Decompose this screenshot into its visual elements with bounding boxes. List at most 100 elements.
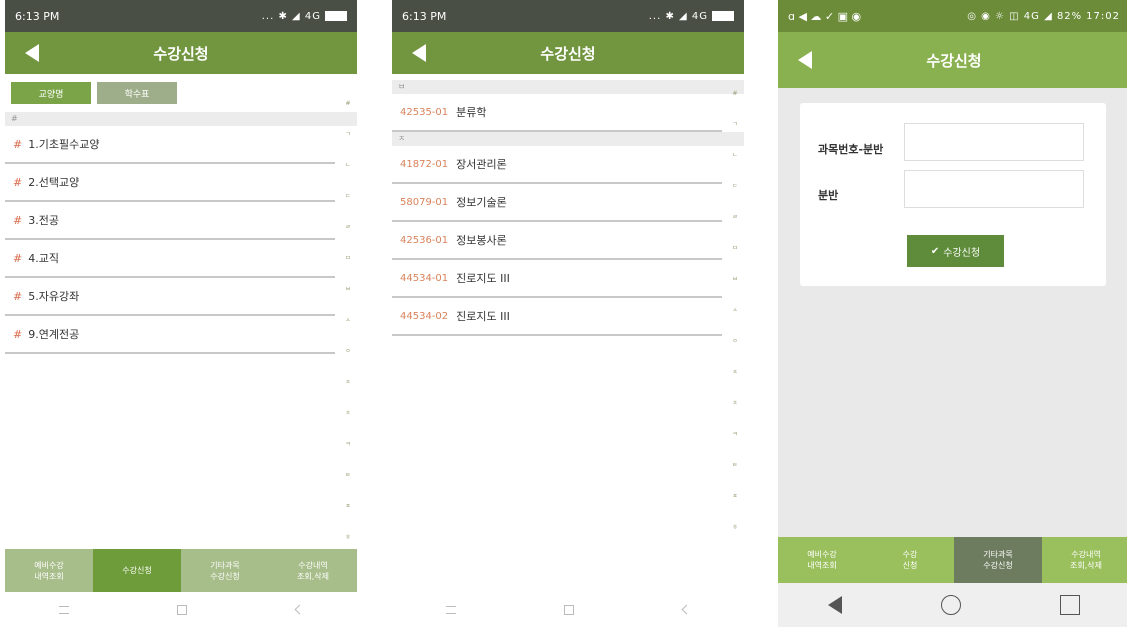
screen-course-list: 6:13 PM ... ✱ ◢ 4G 수강신청 ㅂ 42535-01 분류학 ㅈ … (392, 0, 744, 627)
course-code: 58079-01 (400, 196, 449, 208)
index-letter[interactable]: ㅅ (345, 315, 351, 324)
hash-icon: # (13, 175, 23, 189)
status-bar: 6:13 PM ... ✱ ◢ 4G (392, 0, 744, 32)
tab-course-number[interactable]: 학수표 (97, 82, 177, 104)
back-nav-icon[interactable] (827, 596, 842, 614)
section-header: # (5, 112, 357, 126)
list-item[interactable]: #9.연계전공 (5, 316, 335, 354)
index-letter[interactable]: ㄱ (732, 119, 738, 128)
index-letter[interactable]: ㅇ (732, 336, 738, 345)
page-title: 수강신청 (153, 44, 209, 63)
index-letter[interactable]: ㅍ (345, 501, 351, 510)
system-nav-bar (392, 592, 744, 627)
list-item-label: 1.기초필수교양 (28, 138, 100, 151)
index-letter[interactable]: ㄱ (345, 129, 351, 138)
menu-icon[interactable] (59, 605, 70, 614)
list-item[interactable]: #4.교직 (5, 240, 335, 278)
course-row[interactable]: 44534-01 진로지도 III (392, 260, 722, 298)
nav-registration[interactable]: 수강 신청 (866, 537, 954, 583)
status-time: 6:13 PM (402, 9, 447, 23)
course-row[interactable]: 58079-01 정보기술론 (392, 184, 722, 222)
signal-icon: ◎ ◉ ☼ ◫ 4G ◢ 82% (967, 10, 1083, 22)
page-title: 수강신청 (926, 51, 982, 70)
tab-bar: 교양명 학수표 (5, 74, 357, 112)
course-row[interactable]: 42535-01 분류학 (392, 94, 722, 132)
index-letter[interactable]: ㅁ (345, 253, 351, 262)
nav-other-registration[interactable]: 기타과목 수강신청 (181, 549, 269, 592)
hash-icon: # (13, 213, 23, 227)
back-icon[interactable] (25, 44, 39, 62)
back-nav-icon[interactable] (294, 604, 305, 615)
course-code: 44534-02 (400, 310, 449, 322)
course-code: 42536-01 (400, 234, 449, 246)
index-letter[interactable]: ㅊ (345, 408, 351, 417)
hash-icon: # (13, 137, 23, 151)
list-item[interactable]: #1.기초필수교양 (5, 126, 335, 164)
nav-history-delete[interactable]: 수강내역 조회,삭제 (1042, 537, 1127, 583)
index-letter[interactable]: # (732, 90, 737, 97)
section-header: ㅈ (392, 132, 744, 146)
home-icon[interactable] (177, 604, 188, 615)
index-letter[interactable]: ㅋ (345, 439, 351, 448)
course-row[interactable]: 41872-01 장서관리론 (392, 146, 722, 184)
nav-history-delete[interactable]: 수강내역 조회,삭제 (269, 549, 357, 592)
index-letter[interactable]: ㄷ (345, 191, 351, 200)
nav-registration[interactable]: 수강신청 (93, 549, 181, 592)
index-letter[interactable]: ㅂ (345, 284, 351, 293)
nav-other-registration[interactable]: 기타과목 수강신청 (954, 537, 1042, 583)
index-letter[interactable]: ㅁ (732, 243, 738, 252)
index-letter[interactable]: ㅌ (732, 460, 738, 469)
status-bar: 6:13 PM ... ✱ ◢ 4G (5, 0, 357, 32)
tab-category[interactable]: 교양명 (11, 82, 91, 104)
index-scrollbar[interactable]: # ㄱ ㄴ ㄷ ㄹ ㅁ ㅂ ㅅ ㅇ ㅈ ㅊ ㅋ ㅌ ㅍ ㅎ (343, 100, 353, 541)
index-letter[interactable]: ㅌ (345, 470, 351, 479)
back-icon[interactable] (798, 51, 812, 69)
list-item-label: 9.연계전공 (28, 328, 80, 341)
section-input[interactable] (904, 170, 1084, 208)
list-item[interactable]: #3.전공 (5, 202, 335, 240)
index-letter[interactable]: ㅂ (732, 274, 738, 283)
back-icon[interactable] (412, 44, 426, 62)
register-button[interactable]: ✔ 수강신청 (907, 235, 1004, 267)
course-row[interactable]: 44534-02 진로지도 III (392, 298, 722, 336)
index-letter[interactable]: ㅅ (732, 305, 738, 314)
index-letter[interactable]: ㄷ (732, 181, 738, 190)
status-icons: ... ✱ ◢ 4G (649, 11, 734, 22)
index-letter[interactable]: # (345, 100, 350, 107)
index-scrollbar[interactable]: # ㄱ ㄴ ㄷ ㄹ ㅁ ㅂ ㅅ ㅇ ㅈ ㅊ ㅋ ㅌ ㅍ ㅎ (730, 90, 740, 531)
status-time: 6:13 PM (15, 9, 60, 23)
index-letter[interactable]: ㄹ (345, 222, 351, 231)
list-item[interactable]: #5.자유강좌 (5, 278, 335, 316)
page-title: 수강신청 (540, 44, 596, 63)
course-name: 진로지도 III (456, 310, 510, 323)
index-letter[interactable]: ㄴ (345, 160, 351, 169)
nav-preliminary-history[interactable]: 예비수강 내역조회 (778, 537, 866, 583)
list-item[interactable]: #2.선택교양 (5, 164, 335, 202)
index-letter[interactable]: ㅈ (732, 367, 738, 376)
home-icon[interactable] (564, 604, 575, 615)
back-nav-icon[interactable] (681, 604, 692, 615)
battery-icon (712, 11, 734, 21)
nav-preliminary-history[interactable]: 예비수강 내역조회 (5, 549, 93, 592)
recent-apps-icon[interactable] (1060, 595, 1081, 615)
index-letter[interactable]: ㅎ (732, 522, 738, 531)
home-icon[interactable] (940, 595, 961, 615)
check-icon: ✔ (930, 245, 940, 257)
index-letter[interactable]: ㄹ (732, 212, 738, 221)
menu-icon[interactable] (446, 605, 457, 614)
index-letter[interactable]: ㄴ (732, 150, 738, 159)
status-time: 17:02 (1086, 10, 1120, 22)
section-label: 분반 (818, 189, 839, 202)
index-letter[interactable]: ㅍ (732, 491, 738, 500)
list-item-label: 5.자유강좌 (28, 290, 80, 303)
index-letter[interactable]: ㅈ (345, 377, 351, 386)
course-code-input[interactable] (904, 123, 1084, 161)
index-letter[interactable]: ㅇ (345, 346, 351, 355)
course-row[interactable]: 42536-01 정보봉사론 (392, 222, 722, 260)
index-letter[interactable]: ㅎ (345, 532, 351, 541)
index-letter[interactable]: ㅊ (732, 398, 738, 407)
index-letter[interactable]: ㅋ (732, 429, 738, 438)
status-bar: ɑ ◀ ☁ ✓ ▣ ◉ ◎ ◉ ☼ ◫ 4G ◢ 82% 17:02 (778, 0, 1127, 32)
bottom-nav: 예비수강 내역조회 수강 신청 기타과목 수강신청 수강내역 조회,삭제 (778, 537, 1127, 583)
system-nav-bar (778, 583, 1127, 627)
